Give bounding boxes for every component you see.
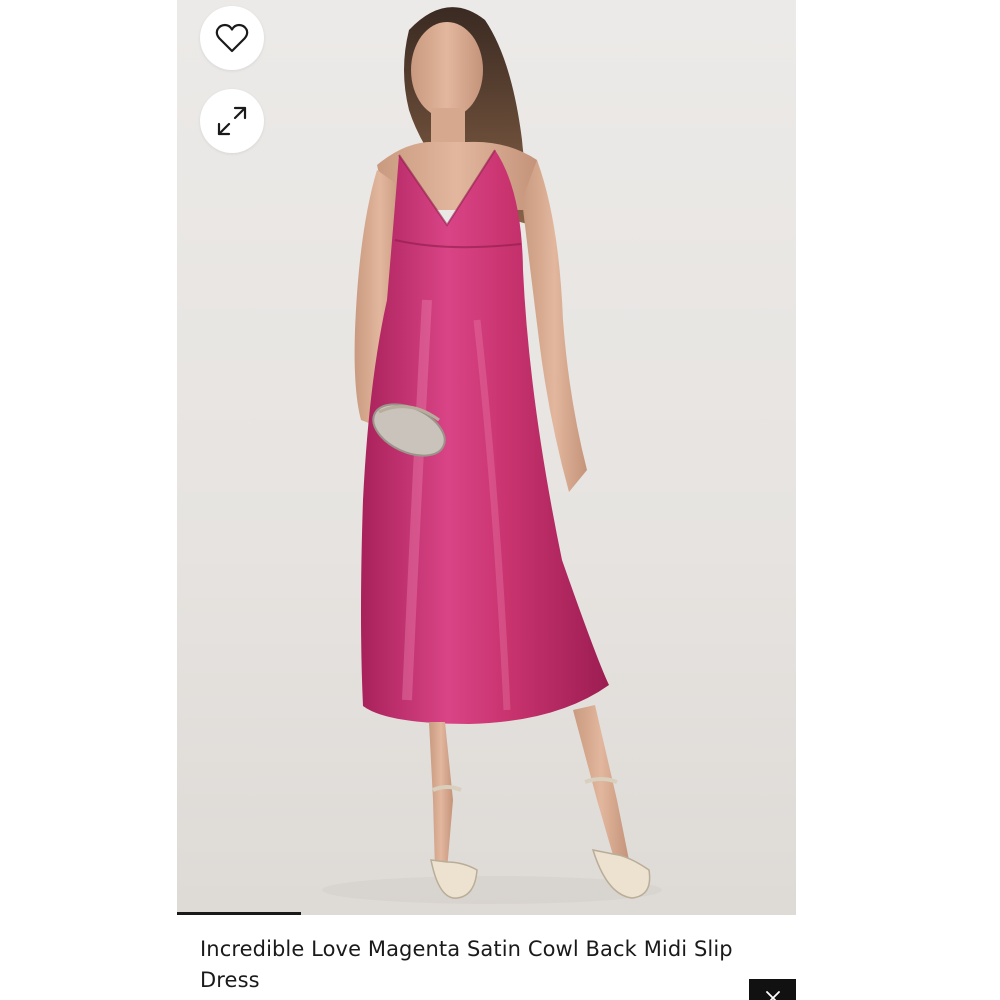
close-button[interactable] <box>749 979 796 1000</box>
heart-icon <box>215 23 249 53</box>
expand-icon <box>216 105 248 137</box>
product-title: Incredible Love Magenta Satin Cowl Back … <box>200 937 733 992</box>
model-illustration <box>322 7 662 904</box>
expand-image-button[interactable] <box>200 89 264 153</box>
gallery-progress-fill <box>177 912 301 915</box>
gallery-progress <box>177 912 796 915</box>
favorite-button[interactable] <box>200 6 264 70</box>
product-image[interactable] <box>177 0 796 915</box>
product-page: Incredible Love Magenta Satin Cowl Back … <box>0 0 1000 1000</box>
